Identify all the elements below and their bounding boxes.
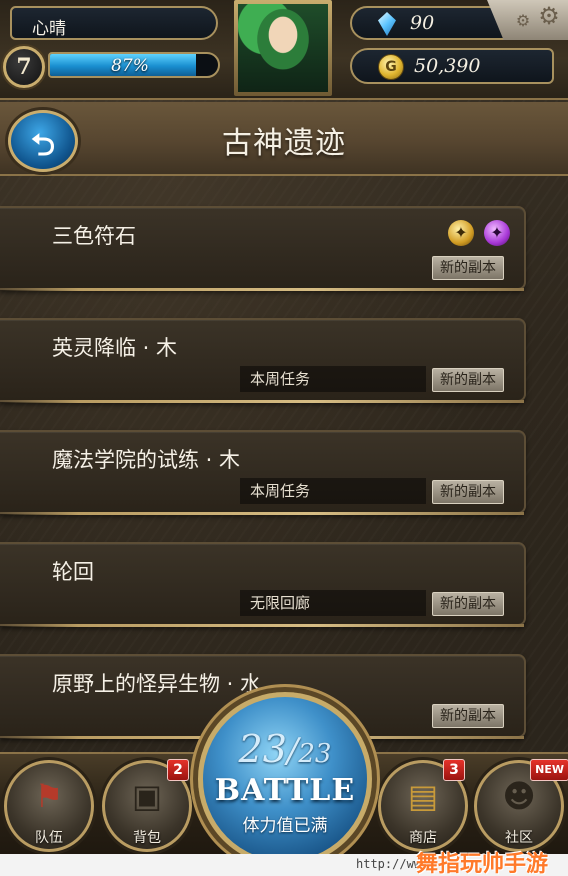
player-name: 心晴 [32, 19, 66, 39]
dungeon-item[interactable]: 魔法学院的试练 · 木 本周任务 新的副本 [0, 430, 526, 515]
gold-count: 50,390 [414, 55, 481, 77]
flag-icon: ⚑ [34, 777, 64, 815]
stamina-separator: / [286, 731, 299, 771]
new-dungeon-badge: 新的副本 [432, 368, 504, 392]
dungeon-subtitle: 本周任务 [240, 478, 426, 504]
dungeon-subtitle: 本周任务 [240, 366, 426, 392]
nav-team-button[interactable]: ⚑ 队伍 [4, 760, 94, 852]
dungeon-item[interactable]: 轮回 无限回廊 新的副本 [0, 542, 526, 627]
dungeon-item[interactable]: 三色符石 ✦ ✦ 新的副本 [0, 206, 526, 291]
player-avatar[interactable] [234, 0, 332, 96]
backpack-icon: ▣ [131, 777, 163, 815]
new-dungeon-badge: 新的副本 [432, 256, 504, 280]
site-watermark: 舞指玩帅手游网 [416, 852, 549, 876]
nav-community-button[interactable]: ☻ 社区 NEW [474, 759, 568, 852]
purple-rune-icon: ✦ [484, 220, 510, 246]
battle-button[interactable]: 23/23 BATTLE 体力值已满 [198, 692, 372, 866]
gear-icon[interactable]: ⚙ [536, 3, 562, 29]
nav-shop-button[interactable]: ▤ 商店 3 [378, 759, 468, 852]
small-gear-icon: ⚙ [515, 11, 531, 30]
shop-count-badge: 3 [443, 759, 465, 781]
people-icon: ☻ [502, 777, 536, 815]
nav-bag-button[interactable]: ▣ 背包 2 [102, 759, 192, 852]
nav-team-label: 队伍 [35, 830, 63, 846]
stamina-current: 23 [238, 727, 287, 771]
bag-count-badge: 2 [167, 759, 189, 781]
community-new-badge: NEW [530, 759, 568, 781]
dungeon-name: 原野上的怪异生物 · 水 [52, 672, 262, 696]
gold-counter[interactable]: G 50,390 [350, 48, 554, 84]
nav-shop-label: 商店 [409, 830, 437, 846]
new-dungeon-badge: 新的副本 [432, 704, 504, 728]
treasure-chest-icon: ▤ [407, 777, 439, 815]
gold-coin-icon: G [378, 54, 404, 80]
new-dungeon-badge: 新的副本 [432, 480, 504, 504]
nav-bag-label: 背包 [133, 830, 161, 846]
new-dungeon-badge: 新的副本 [432, 592, 504, 616]
gold-rune-icon: ✦ [448, 220, 474, 246]
stamina-readout: 23/23 [203, 727, 367, 771]
exp-percent: 87% [111, 56, 149, 76]
page-title: 古神遗迹 [222, 126, 346, 161]
gem-icon [378, 12, 396, 36]
dungeon-subtitle: 无限回廊 [240, 590, 426, 616]
stamina-status: 体力值已满 [242, 816, 328, 836]
battle-label: BATTLE [214, 773, 356, 808]
dungeon-name: 魔法学院的试练 · 木 [52, 448, 241, 472]
dungeon-item[interactable]: 英灵降临 · 木 本周任务 新的副本 [0, 318, 526, 403]
dungeon-name: 三色符石 [52, 224, 136, 248]
level-badge: 7 [3, 46, 45, 88]
top-hud: 心晴 87% 7 90 G 50,390 ⚙ ⚙ [0, 0, 568, 100]
exp-bar: 87% [48, 52, 220, 78]
gem-count: 90 [410, 12, 435, 34]
avatar-portrait [238, 4, 328, 92]
dungeon-name: 轮回 [52, 560, 94, 584]
player-name-panel[interactable]: 心晴 [10, 6, 218, 40]
stamina-max: 23 [298, 739, 332, 769]
game-screen: 心晴 87% 7 90 G 50,390 ⚙ ⚙ ⮌ 古神遗迹 三色符石 ✦ ✦… [0, 0, 568, 876]
dungeon-name: 英灵降临 · 木 [52, 336, 178, 360]
nav-community-label: 社区 [505, 830, 533, 846]
